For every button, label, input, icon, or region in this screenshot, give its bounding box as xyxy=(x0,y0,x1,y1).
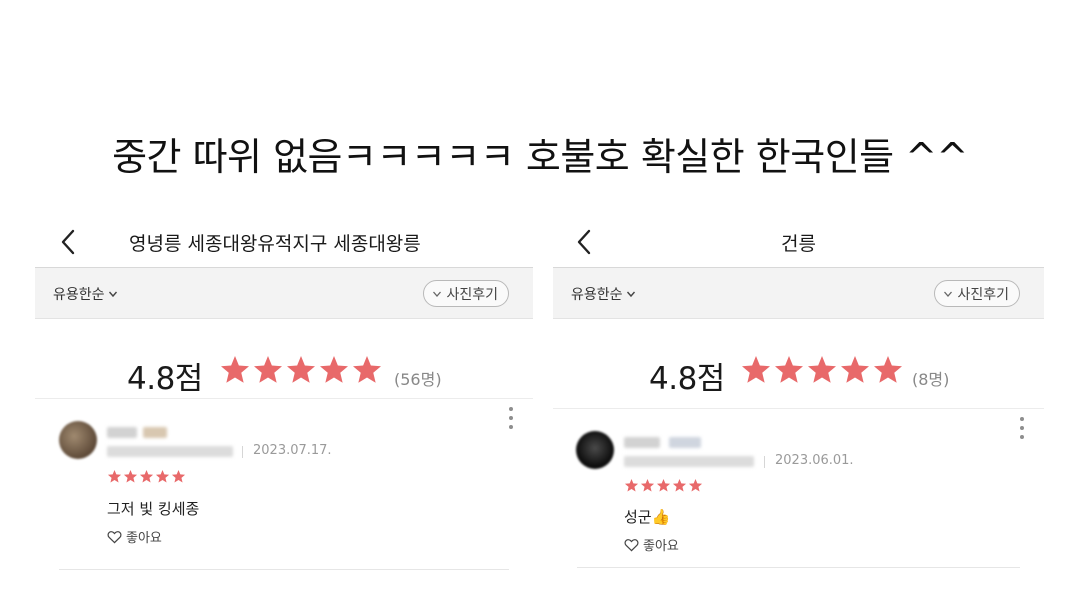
avatar[interactable] xyxy=(59,421,97,459)
review-divider xyxy=(59,569,509,570)
review-text: 그저 빛 킹세종 xyxy=(107,500,200,518)
more-options-icon[interactable] xyxy=(1019,417,1025,439)
star-icon xyxy=(353,356,381,383)
review-screen-right: 건릉 유용한순 사진후기 4.8점 (8명) 2023.06.01. 성군👍 좋… xyxy=(553,215,1044,600)
review-date: 2023.06.01. xyxy=(775,453,854,468)
star-icon xyxy=(808,356,836,383)
average-score: 4.8점 xyxy=(127,361,203,397)
reviewer-info-blurred xyxy=(624,456,754,467)
star-icon xyxy=(624,478,639,492)
filter-bar: 유용한순 사진후기 xyxy=(553,267,1044,319)
review-date: 2023.07.17. xyxy=(253,443,332,458)
star-icon xyxy=(221,356,249,383)
like-label: 좋아요 xyxy=(643,539,679,554)
average-score: 4.8점 xyxy=(649,361,725,397)
avatar[interactable] xyxy=(576,431,614,469)
review-count: (8명) xyxy=(912,370,950,389)
star-icon xyxy=(139,469,154,483)
review-item: 2023.07.17. 그저 빛 킹세종 좋아요 xyxy=(35,399,533,577)
heart-icon xyxy=(624,538,639,551)
star-icon xyxy=(155,469,170,483)
star-icon xyxy=(775,356,803,383)
star-icon xyxy=(656,478,671,492)
reviewer-info-blurred xyxy=(107,446,233,457)
page-title: 건릉 xyxy=(781,233,816,255)
chevron-down-icon xyxy=(108,291,117,298)
review-divider xyxy=(577,567,1020,568)
photo-review-label: 사진후기 xyxy=(446,286,498,303)
chevron-down-icon xyxy=(626,291,635,298)
nav-bar: 건릉 xyxy=(553,215,1044,267)
photo-review-label: 사진후기 xyxy=(957,286,1009,303)
filter-bar: 유용한순 사진후기 xyxy=(35,267,533,319)
review-screen-left: 영녕릉 세종대왕유적지구 세종대왕릉 유용한순 사진후기 4.8점 (56명) … xyxy=(35,215,533,600)
star-icon xyxy=(874,356,902,383)
page-title: 영녕릉 세종대왕유적지구 세종대왕릉 xyxy=(129,233,421,255)
review-text: 성군👍 xyxy=(624,508,671,526)
average-stars xyxy=(219,354,383,386)
sort-dropdown[interactable]: 유용한순 xyxy=(571,284,636,304)
caption-text: 중간 따위 없음ㅋㅋㅋㅋㅋ 호불호 확실한 한국인들 ^^ xyxy=(112,135,968,179)
back-arrow-icon[interactable] xyxy=(57,228,79,256)
star-icon xyxy=(742,356,770,383)
sort-label: 유용한순 xyxy=(571,287,623,303)
average-stars xyxy=(740,354,904,386)
like-label: 좋아요 xyxy=(126,531,162,546)
star-icon xyxy=(841,356,869,383)
nav-bar: 영녕릉 세종대왕유적지구 세종대왕릉 xyxy=(35,215,533,267)
rating-summary: 4.8점 (8명) xyxy=(553,319,1044,409)
star-icon xyxy=(123,469,138,483)
star-icon xyxy=(287,356,315,383)
rating-summary: 4.8점 (56명) xyxy=(35,319,533,399)
star-icon xyxy=(320,356,348,383)
reviewer-name-blurred xyxy=(107,427,137,438)
photo-review-filter[interactable]: 사진후기 xyxy=(934,280,1020,307)
sort-dropdown[interactable]: 유용한순 xyxy=(53,284,118,304)
review-stars xyxy=(107,469,186,484)
chevron-down-icon xyxy=(944,291,953,297)
chevron-down-icon xyxy=(433,291,442,297)
review-stars xyxy=(624,478,703,493)
star-icon xyxy=(107,469,122,483)
star-icon xyxy=(688,478,703,492)
star-icon xyxy=(640,478,655,492)
separator xyxy=(242,446,243,458)
reviewer-badge-blurred xyxy=(669,437,701,448)
more-options-icon[interactable] xyxy=(508,407,514,429)
photo-review-filter[interactable]: 사진후기 xyxy=(423,280,509,307)
reviewer-badge-blurred xyxy=(143,427,167,438)
review-item: 2023.06.01. 성군👍 좋아요 xyxy=(553,409,1044,587)
separator xyxy=(764,456,765,468)
star-icon xyxy=(254,356,282,383)
reviewer-name-blurred xyxy=(624,437,660,448)
like-button[interactable]: 좋아요 xyxy=(107,527,162,546)
heart-icon xyxy=(107,530,122,543)
star-icon xyxy=(672,478,687,492)
review-count: (56명) xyxy=(394,370,442,389)
sort-label: 유용한순 xyxy=(53,287,105,303)
star-icon xyxy=(171,469,186,483)
back-arrow-icon[interactable] xyxy=(573,228,595,256)
like-button[interactable]: 좋아요 xyxy=(624,535,679,554)
